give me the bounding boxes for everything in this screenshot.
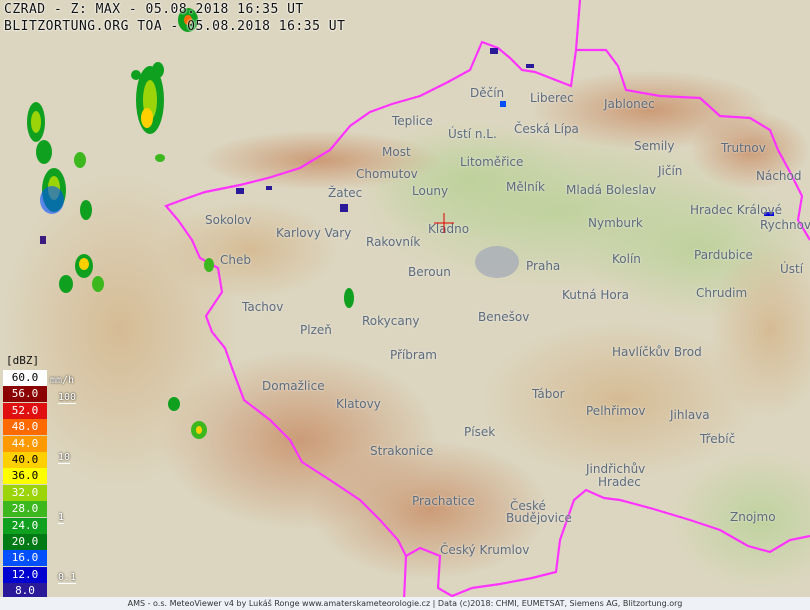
- city-label: Kutná Hora: [562, 288, 630, 302]
- city-label: Mělník: [506, 180, 545, 194]
- city-label: Tachov: [242, 300, 284, 314]
- legend-level: 44.0: [3, 435, 47, 452]
- city-label: Mladá Boleslav: [566, 183, 657, 197]
- city-label: Chomutov: [356, 167, 418, 181]
- city-label: Karlovy Vary: [276, 226, 352, 240]
- legend-level: 40.0: [3, 452, 47, 468]
- city-label: Strakonice: [370, 444, 434, 458]
- legend-level: 60.0: [3, 370, 47, 386]
- city-label: Rychnov: [760, 218, 810, 232]
- footer-credits: AMS - o.s. MeteoViewer v4 by Lukáš Ronge…: [0, 597, 810, 610]
- city-label: Rokycany: [362, 314, 420, 328]
- city-label: Chrudim: [696, 286, 748, 300]
- city-label: Žatec: [328, 186, 363, 200]
- city-label: Domažlice: [262, 379, 325, 393]
- city-label: Příbram: [390, 348, 437, 362]
- city-label: Písek: [464, 425, 496, 439]
- legend-level: 12.0: [3, 566, 47, 583]
- legend-level: 52.0: [3, 402, 47, 419]
- city-label: Pardubice: [694, 248, 753, 262]
- radar-map: CZRAD - Z: MAX - 05.08.2018 16:35 UT BLI…: [0, 0, 810, 610]
- legend-level: 32.0: [3, 484, 47, 501]
- legend-level: 36.0: [3, 468, 47, 485]
- city-label: Sokolov: [205, 213, 252, 227]
- city-label: Ústí: [780, 262, 804, 276]
- city-label: Praha: [526, 259, 561, 273]
- city-label: Budějovice: [506, 511, 572, 525]
- city-label: Tábor: [532, 387, 565, 401]
- city-label: Liberec: [530, 91, 574, 105]
- city-label: Náchod: [756, 169, 802, 183]
- city-label: Pelhřimov: [586, 404, 646, 418]
- legend-rate: 10: [58, 452, 71, 464]
- city-label: Plzeň: [300, 323, 332, 337]
- legend-unit: [dBZ]: [6, 354, 40, 367]
- city-label: Jindřichův: [586, 462, 646, 476]
- dbz-legend: [dBZ] mm/h 60.0 56.0 52.0 48.0 44.0 40.0 36.0 3…: [0, 350, 82, 610]
- city-label: Děčín: [470, 86, 505, 100]
- legend-level: 48.0: [3, 419, 47, 436]
- city-label: Havlíčkův Brod: [612, 345, 702, 359]
- city-label: Česká Lípa: [514, 122, 579, 136]
- city-label: Louny: [412, 184, 449, 198]
- legend-rate: 1: [58, 512, 65, 524]
- city-label: Prachatice: [412, 494, 475, 508]
- city-label: Teplice: [392, 114, 433, 128]
- legend-level: 24.0: [3, 517, 47, 534]
- legend-level: 16.0: [3, 550, 47, 567]
- city-label: Benešov: [478, 310, 530, 324]
- legend-rate-unit: mm/h: [50, 375, 75, 386]
- city-label: Jablonec: [604, 97, 655, 111]
- legend-rate: 100: [58, 392, 77, 404]
- city-label: Most: [382, 145, 411, 159]
- city-label: Hradec Králové: [690, 203, 783, 217]
- city-label: Cheb: [220, 253, 251, 267]
- crosshair-icon: [434, 213, 454, 233]
- terrain-basemap: [0, 0, 810, 610]
- legend-level: 20.0: [3, 534, 47, 550]
- lightning-header: BLITZORTUNG.ORG TOA - 05.08.2018 16:35 U…: [4, 19, 346, 34]
- city-label: Nymburk: [588, 216, 643, 230]
- city-label: Klatovy: [336, 397, 381, 411]
- city-label: Jičín: [658, 164, 683, 178]
- city-label: Český Krumlov: [440, 543, 530, 557]
- city-label: Ústí n.L.: [448, 127, 497, 141]
- city-label: Jihlava: [670, 408, 710, 422]
- city-label: Hradec: [598, 475, 641, 489]
- city-label: Kolín: [612, 252, 641, 266]
- city-label: Semily: [634, 139, 675, 153]
- legend-rate: 0.1: [58, 572, 77, 584]
- legend-level: 56.0: [3, 386, 47, 403]
- city-label: Rakovník: [366, 235, 421, 249]
- city-label: Trutnov: [721, 141, 766, 155]
- city-label: Litoměřice: [460, 155, 524, 169]
- legend-level: 28.0: [3, 501, 47, 518]
- city-label: Třebíč: [700, 432, 736, 446]
- radar-header: CZRAD - Z: MAX - 05.08.2018 16:35 UT: [4, 2, 304, 17]
- city-label: Beroun: [408, 265, 451, 279]
- city-label: Znojmo: [730, 510, 776, 524]
